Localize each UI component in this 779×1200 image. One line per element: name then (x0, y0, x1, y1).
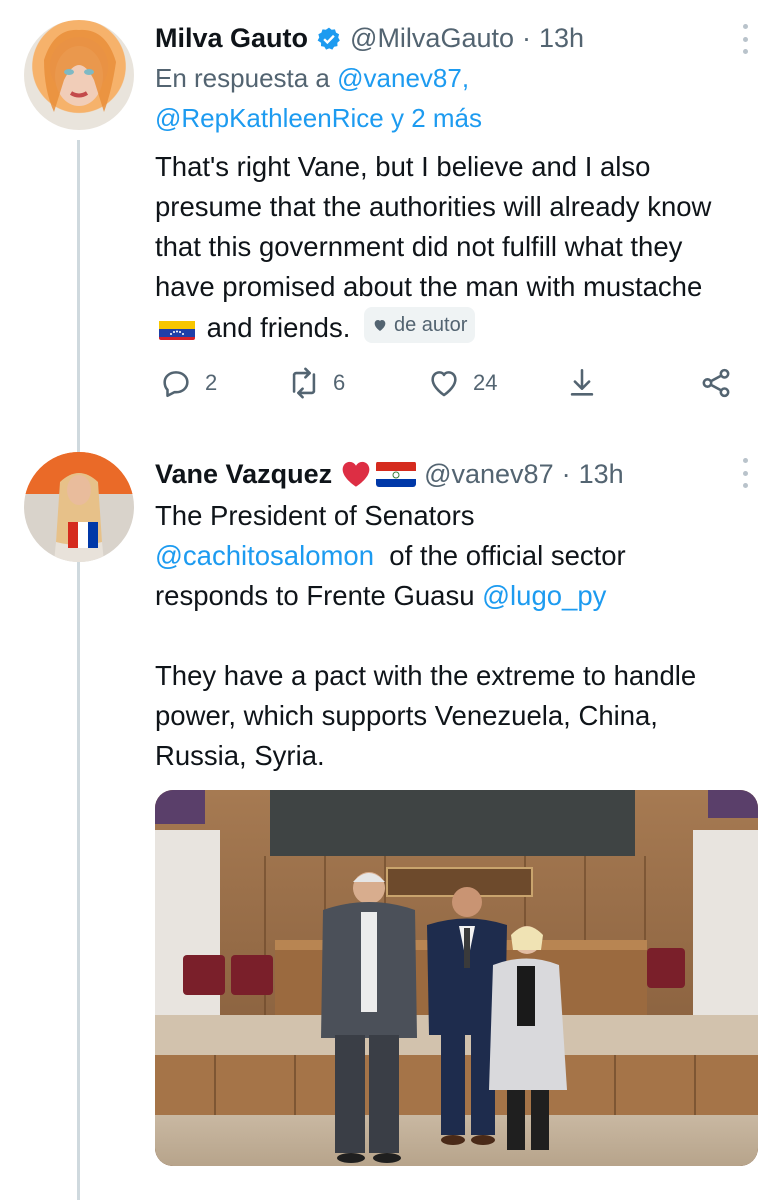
separator-dot: · (561, 459, 571, 489)
share-icon (570, 368, 594, 396)
retweet-count: 6 (333, 370, 346, 395)
retweet-button[interactable]: 6 (287, 366, 345, 400)
reply-more-link[interactable]: y 2 más (391, 103, 482, 133)
more-options-icon[interactable] (741, 458, 749, 488)
tweet2-handle[interactable]: @vanev87 (424, 456, 554, 492)
tweet-photo[interactable] (155, 790, 758, 1166)
tweet2-display-name[interactable]: Vane Vazquez (155, 456, 332, 492)
tweet2-line1: The President of Senators (155, 500, 475, 531)
avatar-vane-vazquez[interactable] (24, 452, 134, 562)
more-options-icon[interactable] (741, 24, 749, 54)
tweet2-line2-rest: of the official sector (389, 540, 626, 571)
reply-button[interactable]: 2 (159, 366, 217, 400)
network-share-icon (702, 368, 730, 398)
like-icon (431, 371, 457, 397)
mention-link[interactable]: @cachitosalomon (155, 540, 374, 571)
tweet2-line3-text: responds to Frente Guasu (155, 580, 475, 611)
mention-link[interactable]: @lugo_py (482, 580, 606, 611)
tweet1-action-bar: 2 6 24 (155, 366, 735, 410)
tweet2-text: The President of Senators @cachitosalomo… (155, 496, 755, 776)
tweet2-timestamp[interactable]: 13h (579, 456, 624, 492)
author-badge-label: de autor (394, 314, 468, 336)
tweet1-timestamp[interactable]: 13h (539, 20, 584, 56)
tweet2-header: Vane Vazquez @vanev87 · 13h (155, 456, 624, 492)
reply-icon (163, 371, 189, 398)
tweet1-handle[interactable]: @MilvaGauto (350, 20, 514, 56)
reply-count: 2 (205, 370, 218, 395)
retweet-icon (292, 367, 316, 399)
tweet1-text-part1: That's right Vane, but I believe and I a… (155, 151, 712, 302)
liked-by-author-badge: de autor (364, 307, 476, 343)
tweet2-line2: @cachitosalomon of the official sector (155, 536, 755, 576)
avatar-milva-gauto[interactable] (24, 20, 134, 130)
paraguay-flag-icon (376, 461, 417, 487)
tweet1-text: That's right Vane, but I believe and I a… (155, 147, 730, 348)
reply-user-link[interactable]: @RepKathleenRice (155, 103, 384, 133)
like-button[interactable]: 24 (427, 366, 497, 400)
tweet2-paragraph2: They have a pact with the extreme to han… (155, 660, 697, 771)
verified-badge-icon (316, 25, 342, 51)
venezuela-flag-icon (159, 316, 195, 340)
tweet1-display-name[interactable]: Milva Gauto (155, 20, 308, 56)
reply-prefix: En respuesta a (155, 63, 330, 93)
tweet1-header: Milva Gauto @MilvaGauto · 13h (155, 20, 584, 56)
network-share-button[interactable] (699, 366, 733, 400)
share-button[interactable] (565, 366, 599, 400)
reply-user-link[interactable]: @vanev87, (337, 63, 469, 93)
reply-to-line: En respuesta a @vanev87, @RepKathleenRic… (155, 58, 715, 138)
like-count: 24 (473, 370, 498, 395)
tweet2-line3: responds to Frente Guasu @lugo_py (155, 576, 755, 616)
tweet1-text-part2: and friends. (206, 312, 351, 343)
heart-emoji-icon (340, 460, 372, 488)
senate-photo-illustration (155, 790, 758, 1166)
heart-icon (374, 320, 386, 331)
thread-line (77, 140, 80, 1200)
separator-dot: · (522, 23, 531, 53)
